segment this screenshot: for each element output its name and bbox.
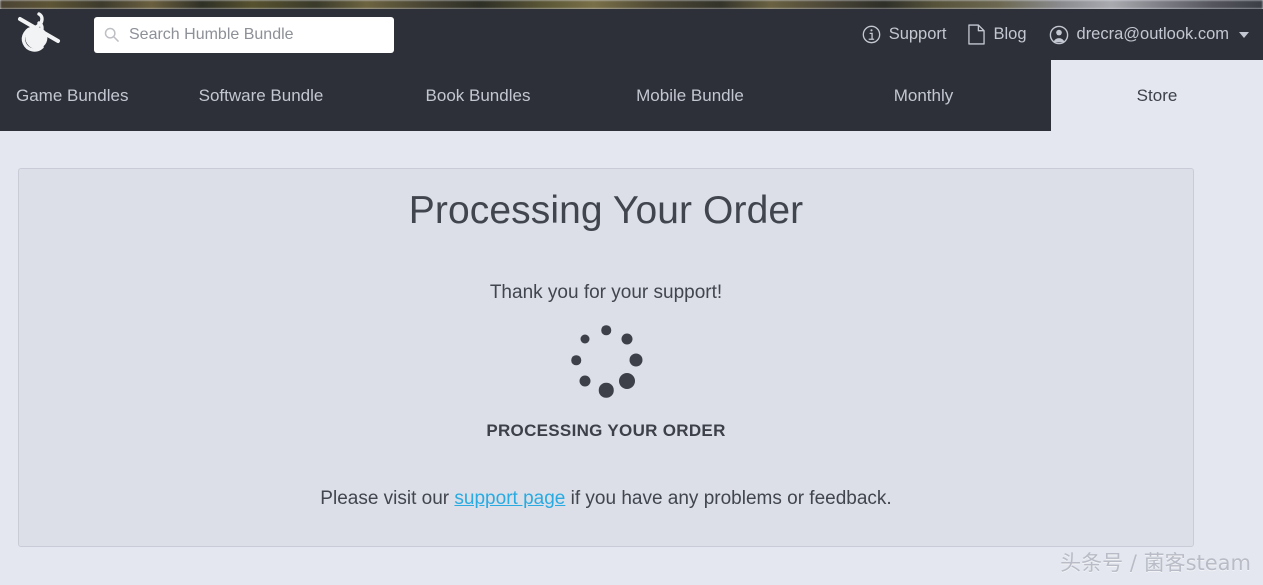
page-body: Processing Your Order Thank you for your… xyxy=(0,131,1263,585)
account-email-label: drecra@outlook.com xyxy=(1076,25,1229,43)
nav-tab-label: Store xyxy=(1136,85,1178,105)
nav-tab-label: Game Bundles xyxy=(16,85,129,105)
watermark: 头条号 / 菌客steam xyxy=(1060,551,1251,575)
footer-note-suffix: if you have any problems or feedback. xyxy=(565,488,892,509)
nav-tab-book-bundles[interactable]: Book Bundles xyxy=(372,60,584,131)
top-banner-image xyxy=(0,0,1263,9)
nav-tab-label: Software Bundle xyxy=(198,85,324,105)
thank-you-text: Thank you for your support! xyxy=(489,282,723,303)
header-right-nav: Support Blog drecra@outlook.com xyxy=(862,24,1249,45)
user-circle-icon xyxy=(1049,25,1069,45)
footer-note-prefix: Please visit our xyxy=(320,488,455,509)
blog-link-label: Blog xyxy=(993,25,1027,43)
spinner-dot xyxy=(580,334,590,344)
search-icon xyxy=(104,27,119,42)
support-link[interactable]: Support xyxy=(862,25,947,44)
spinner-container xyxy=(19,317,1193,403)
search-input[interactable] xyxy=(127,24,377,45)
nav-tab-label: Monthly xyxy=(893,85,954,105)
loading-spinner xyxy=(563,317,649,403)
account-menu[interactable]: drecra@outlook.com xyxy=(1049,25,1249,45)
spinner-dot xyxy=(601,325,611,335)
search-box[interactable] xyxy=(94,16,394,53)
nav-tab-game-bundles[interactable]: Game Bundles xyxy=(0,60,150,131)
spinner-dot xyxy=(629,353,643,367)
site-header: Support Blog drecra@outlook.com xyxy=(0,9,1263,60)
nav-tab-store[interactable]: Store xyxy=(1051,60,1263,131)
support-link-label: Support xyxy=(888,25,947,43)
info-circle-icon xyxy=(862,25,881,44)
spinner-dot xyxy=(571,355,581,365)
nav-tab-mobile-bundle[interactable]: Mobile Bundle xyxy=(584,60,796,131)
page-title: Processing Your Order xyxy=(408,189,804,232)
nav-tab-monthly[interactable]: Monthly xyxy=(796,60,1051,131)
footer-note: Please visit our support page if you hav… xyxy=(19,441,1193,510)
support-page-link[interactable]: support page xyxy=(454,488,565,509)
spinner-dot xyxy=(619,373,636,390)
chevron-down-icon[interactable] xyxy=(1239,31,1249,38)
document-icon xyxy=(968,24,986,45)
spinner-dot xyxy=(621,333,633,345)
nav-tab-label: Book Bundles xyxy=(425,85,531,105)
status-badge: PROCESSING YOUR ORDER xyxy=(486,421,726,440)
nav-tab-label: Mobile Bundle xyxy=(636,85,744,105)
spinner-dot xyxy=(579,375,591,387)
humble-bundle-logo[interactable] xyxy=(12,11,68,59)
spinner-dot xyxy=(598,382,614,398)
main-nav: Game Bundles Software Bundle Book Bundle… xyxy=(0,60,1263,131)
blog-link[interactable]: Blog xyxy=(968,24,1027,45)
nav-tab-software-bundle[interactable]: Software Bundle xyxy=(150,60,372,131)
order-status-card: Processing Your Order Thank you for your… xyxy=(18,168,1194,547)
